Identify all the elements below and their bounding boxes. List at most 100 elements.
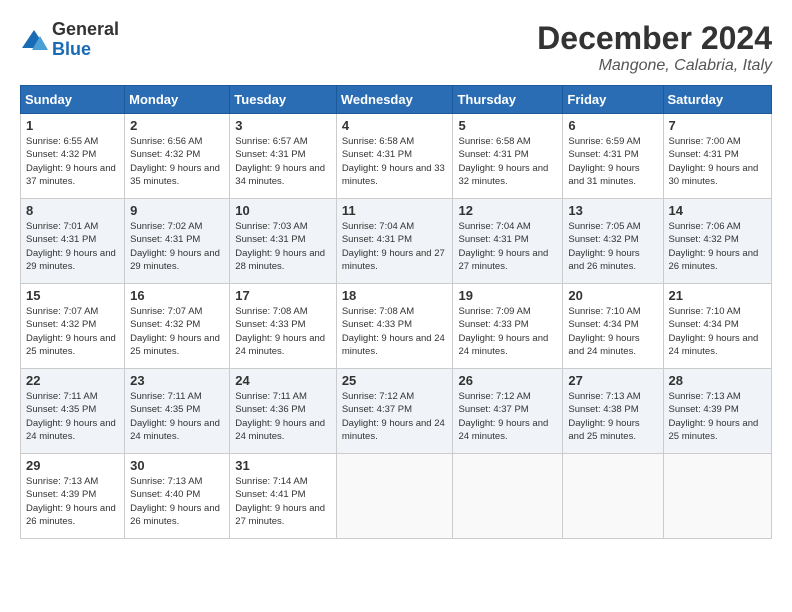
day-number: 7 [669, 118, 767, 133]
day-number: 11 [342, 203, 448, 218]
calendar-day-cell: 18 Sunrise: 7:08 AMSunset: 4:33 PMDayligh… [336, 284, 453, 369]
calendar-day-cell: 11 Sunrise: 7:04 AMSunset: 4:31 PMDayligh… [336, 199, 453, 284]
weekday-header-tuesday: Tuesday [230, 86, 337, 114]
calendar-day-cell: 23Sunrise: 7:11 AMSunset: 4:35 PMDayligh… [125, 369, 230, 454]
logo-blue: Blue [52, 39, 91, 59]
day-number: 10 [235, 203, 331, 218]
logo-icon [20, 26, 48, 54]
day-info: Sunrise: 7:14 AMSunset: 4:41 PMDaylight:… [235, 475, 331, 528]
calendar-day-cell [663, 454, 772, 539]
day-info: Sunrise: 7:09 AMSunset: 4:33 PMDaylight:… [458, 305, 557, 358]
day-number: 28 [669, 373, 767, 388]
day-info: Sunrise: 7:08 AMSunset: 4:33 PMDaylight:… [235, 305, 331, 358]
day-info: Sunrise: 7:06 AMSunset: 4:32 PMDaylight:… [669, 220, 767, 273]
day-number: 26 [458, 373, 557, 388]
day-number: 17 [235, 288, 331, 303]
day-number: 3 [235, 118, 331, 133]
weekday-header-saturday: Saturday [663, 86, 772, 114]
day-number: 25 [342, 373, 448, 388]
calendar-week-row: 29Sunrise: 7:13 AMSunset: 4:39 PMDayligh… [21, 454, 772, 539]
calendar-day-cell: 9Sunrise: 7:02 AMSunset: 4:31 PMDaylight… [125, 199, 230, 284]
day-number: 21 [669, 288, 767, 303]
calendar-day-cell: 28 Sunrise: 7:13 AMSunset: 4:39 PMDayligh… [663, 369, 772, 454]
page-header: General Blue December 2024 Mangone, Cala… [20, 20, 772, 75]
day-number: 2 [130, 118, 224, 133]
day-info: Sunrise: 7:10 AMSunset: 4:34 PMDaylight:… [568, 305, 657, 358]
calendar-day-cell [563, 454, 663, 539]
logo-general: General [52, 19, 119, 39]
day-number: 15 [26, 288, 119, 303]
calendar-day-cell [453, 454, 563, 539]
day-number: 19 [458, 288, 557, 303]
day-info: Sunrise: 7:12 AMSunset: 4:37 PMDaylight:… [458, 390, 557, 443]
calendar-day-cell: 30Sunrise: 7:13 AMSunset: 4:40 PMDayligh… [125, 454, 230, 539]
calendar-day-cell: 2Sunrise: 6:56 AMSunset: 4:32 PMDaylight… [125, 114, 230, 199]
day-number: 16 [130, 288, 224, 303]
day-info: Sunrise: 7:13 AMSunset: 4:40 PMDaylight:… [130, 475, 224, 528]
day-info: Sunrise: 7:13 AMSunset: 4:38 PMDaylight:… [568, 390, 657, 443]
day-info: Sunrise: 7:05 AMSunset: 4:32 PMDaylight:… [568, 220, 657, 273]
day-number: 14 [669, 203, 767, 218]
calendar-day-cell: 3 Sunrise: 6:57 AMSunset: 4:31 PMDaylight… [230, 114, 337, 199]
day-number: 31 [235, 458, 331, 473]
day-info: Sunrise: 7:00 AMSunset: 4:31 PMDaylight:… [669, 135, 767, 188]
location: Mangone, Calabria, Italy [537, 57, 772, 75]
calendar-day-cell: 4Sunrise: 6:58 AMSunset: 4:31 PMDaylight… [336, 114, 453, 199]
calendar-day-cell: 25 Sunrise: 7:12 AMSunset: 4:37 PMDayligh… [336, 369, 453, 454]
calendar-week-row: 15 Sunrise: 7:07 AMSunset: 4:32 PMDayligh… [21, 284, 772, 369]
calendar-day-cell: 19 Sunrise: 7:09 AMSunset: 4:33 PMDayligh… [453, 284, 563, 369]
day-info: Sunrise: 7:13 AMSunset: 4:39 PMDaylight:… [26, 475, 119, 528]
day-number: 18 [342, 288, 448, 303]
day-info: Sunrise: 6:57 AMSunset: 4:31 PMDaylight:… [235, 135, 331, 188]
day-info: Sunrise: 7:08 AMSunset: 4:33 PMDaylight:… [342, 305, 448, 358]
calendar-day-cell [336, 454, 453, 539]
calendar-day-cell: 15 Sunrise: 7:07 AMSunset: 4:32 PMDayligh… [21, 284, 125, 369]
calendar-day-cell: 6 Sunrise: 6:59 AMSunset: 4:31 PMDaylight… [563, 114, 663, 199]
month-title: December 2024 [537, 20, 772, 57]
day-info: Sunrise: 7:12 AMSunset: 4:37 PMDaylight:… [342, 390, 448, 443]
calendar-day-cell: 22 Sunrise: 7:11 AMSunset: 4:35 PMDayligh… [21, 369, 125, 454]
calendar-day-cell: 24 Sunrise: 7:11 AMSunset: 4:36 PMDayligh… [230, 369, 337, 454]
calendar-day-cell: 31 Sunrise: 7:14 AMSunset: 4:41 PMDayligh… [230, 454, 337, 539]
calendar-day-cell: 5Sunrise: 6:58 AMSunset: 4:31 PMDaylight… [453, 114, 563, 199]
day-number: 1 [26, 118, 119, 133]
day-info: Sunrise: 6:55 AMSunset: 4:32 PMDaylight:… [26, 135, 119, 188]
calendar-week-row: 22 Sunrise: 7:11 AMSunset: 4:35 PMDayligh… [21, 369, 772, 454]
weekday-header-thursday: Thursday [453, 86, 563, 114]
calendar-week-row: 1 Sunrise: 6:55 AMSunset: 4:32 PMDaylight… [21, 114, 772, 199]
logo: General Blue [20, 20, 119, 60]
day-number: 12 [458, 203, 557, 218]
day-info: Sunrise: 6:58 AMSunset: 4:31 PMDaylight:… [342, 135, 448, 188]
calendar-day-cell: 27Sunrise: 7:13 AMSunset: 4:38 PMDayligh… [563, 369, 663, 454]
day-info: Sunrise: 6:58 AMSunset: 4:31 PMDaylight:… [458, 135, 557, 188]
day-number: 6 [568, 118, 657, 133]
calendar-day-cell: 17 Sunrise: 7:08 AMSunset: 4:33 PMDayligh… [230, 284, 337, 369]
day-number: 8 [26, 203, 119, 218]
day-info: Sunrise: 7:11 AMSunset: 4:36 PMDaylight:… [235, 390, 331, 443]
calendar-week-row: 8 Sunrise: 7:01 AMSunset: 4:31 PMDaylight… [21, 199, 772, 284]
day-number: 22 [26, 373, 119, 388]
logo-text: General Blue [52, 20, 119, 60]
day-info: Sunrise: 7:13 AMSunset: 4:39 PMDaylight:… [669, 390, 767, 443]
day-number: 24 [235, 373, 331, 388]
weekday-header-friday: Friday [563, 86, 663, 114]
calendar-day-cell: 29Sunrise: 7:13 AMSunset: 4:39 PMDayligh… [21, 454, 125, 539]
title-section: December 2024 Mangone, Calabria, Italy [537, 20, 772, 75]
weekday-header-sunday: Sunday [21, 86, 125, 114]
day-number: 13 [568, 203, 657, 218]
day-info: Sunrise: 7:07 AMSunset: 4:32 PMDaylight:… [130, 305, 224, 358]
day-info: Sunrise: 7:11 AMSunset: 4:35 PMDaylight:… [26, 390, 119, 443]
day-info: Sunrise: 7:04 AMSunset: 4:31 PMDaylight:… [458, 220, 557, 273]
day-info: Sunrise: 7:01 AMSunset: 4:31 PMDaylight:… [26, 220, 119, 273]
calendar-day-cell: 12 Sunrise: 7:04 AMSunset: 4:31 PMDayligh… [453, 199, 563, 284]
weekday-header-wednesday: Wednesday [336, 86, 453, 114]
day-info: Sunrise: 7:07 AMSunset: 4:32 PMDaylight:… [26, 305, 119, 358]
calendar-day-cell: 8 Sunrise: 7:01 AMSunset: 4:31 PMDaylight… [21, 199, 125, 284]
calendar-table: SundayMondayTuesdayWednesdayThursdayFrid… [20, 85, 772, 539]
day-info: Sunrise: 7:04 AMSunset: 4:31 PMDaylight:… [342, 220, 448, 273]
calendar-day-cell: 10Sunrise: 7:03 AMSunset: 4:31 PMDayligh… [230, 199, 337, 284]
day-info: Sunrise: 6:59 AMSunset: 4:31 PMDaylight:… [568, 135, 657, 188]
calendar-day-cell: 20Sunrise: 7:10 AMSunset: 4:34 PMDayligh… [563, 284, 663, 369]
day-info: Sunrise: 7:10 AMSunset: 4:34 PMDaylight:… [669, 305, 767, 358]
day-number: 9 [130, 203, 224, 218]
